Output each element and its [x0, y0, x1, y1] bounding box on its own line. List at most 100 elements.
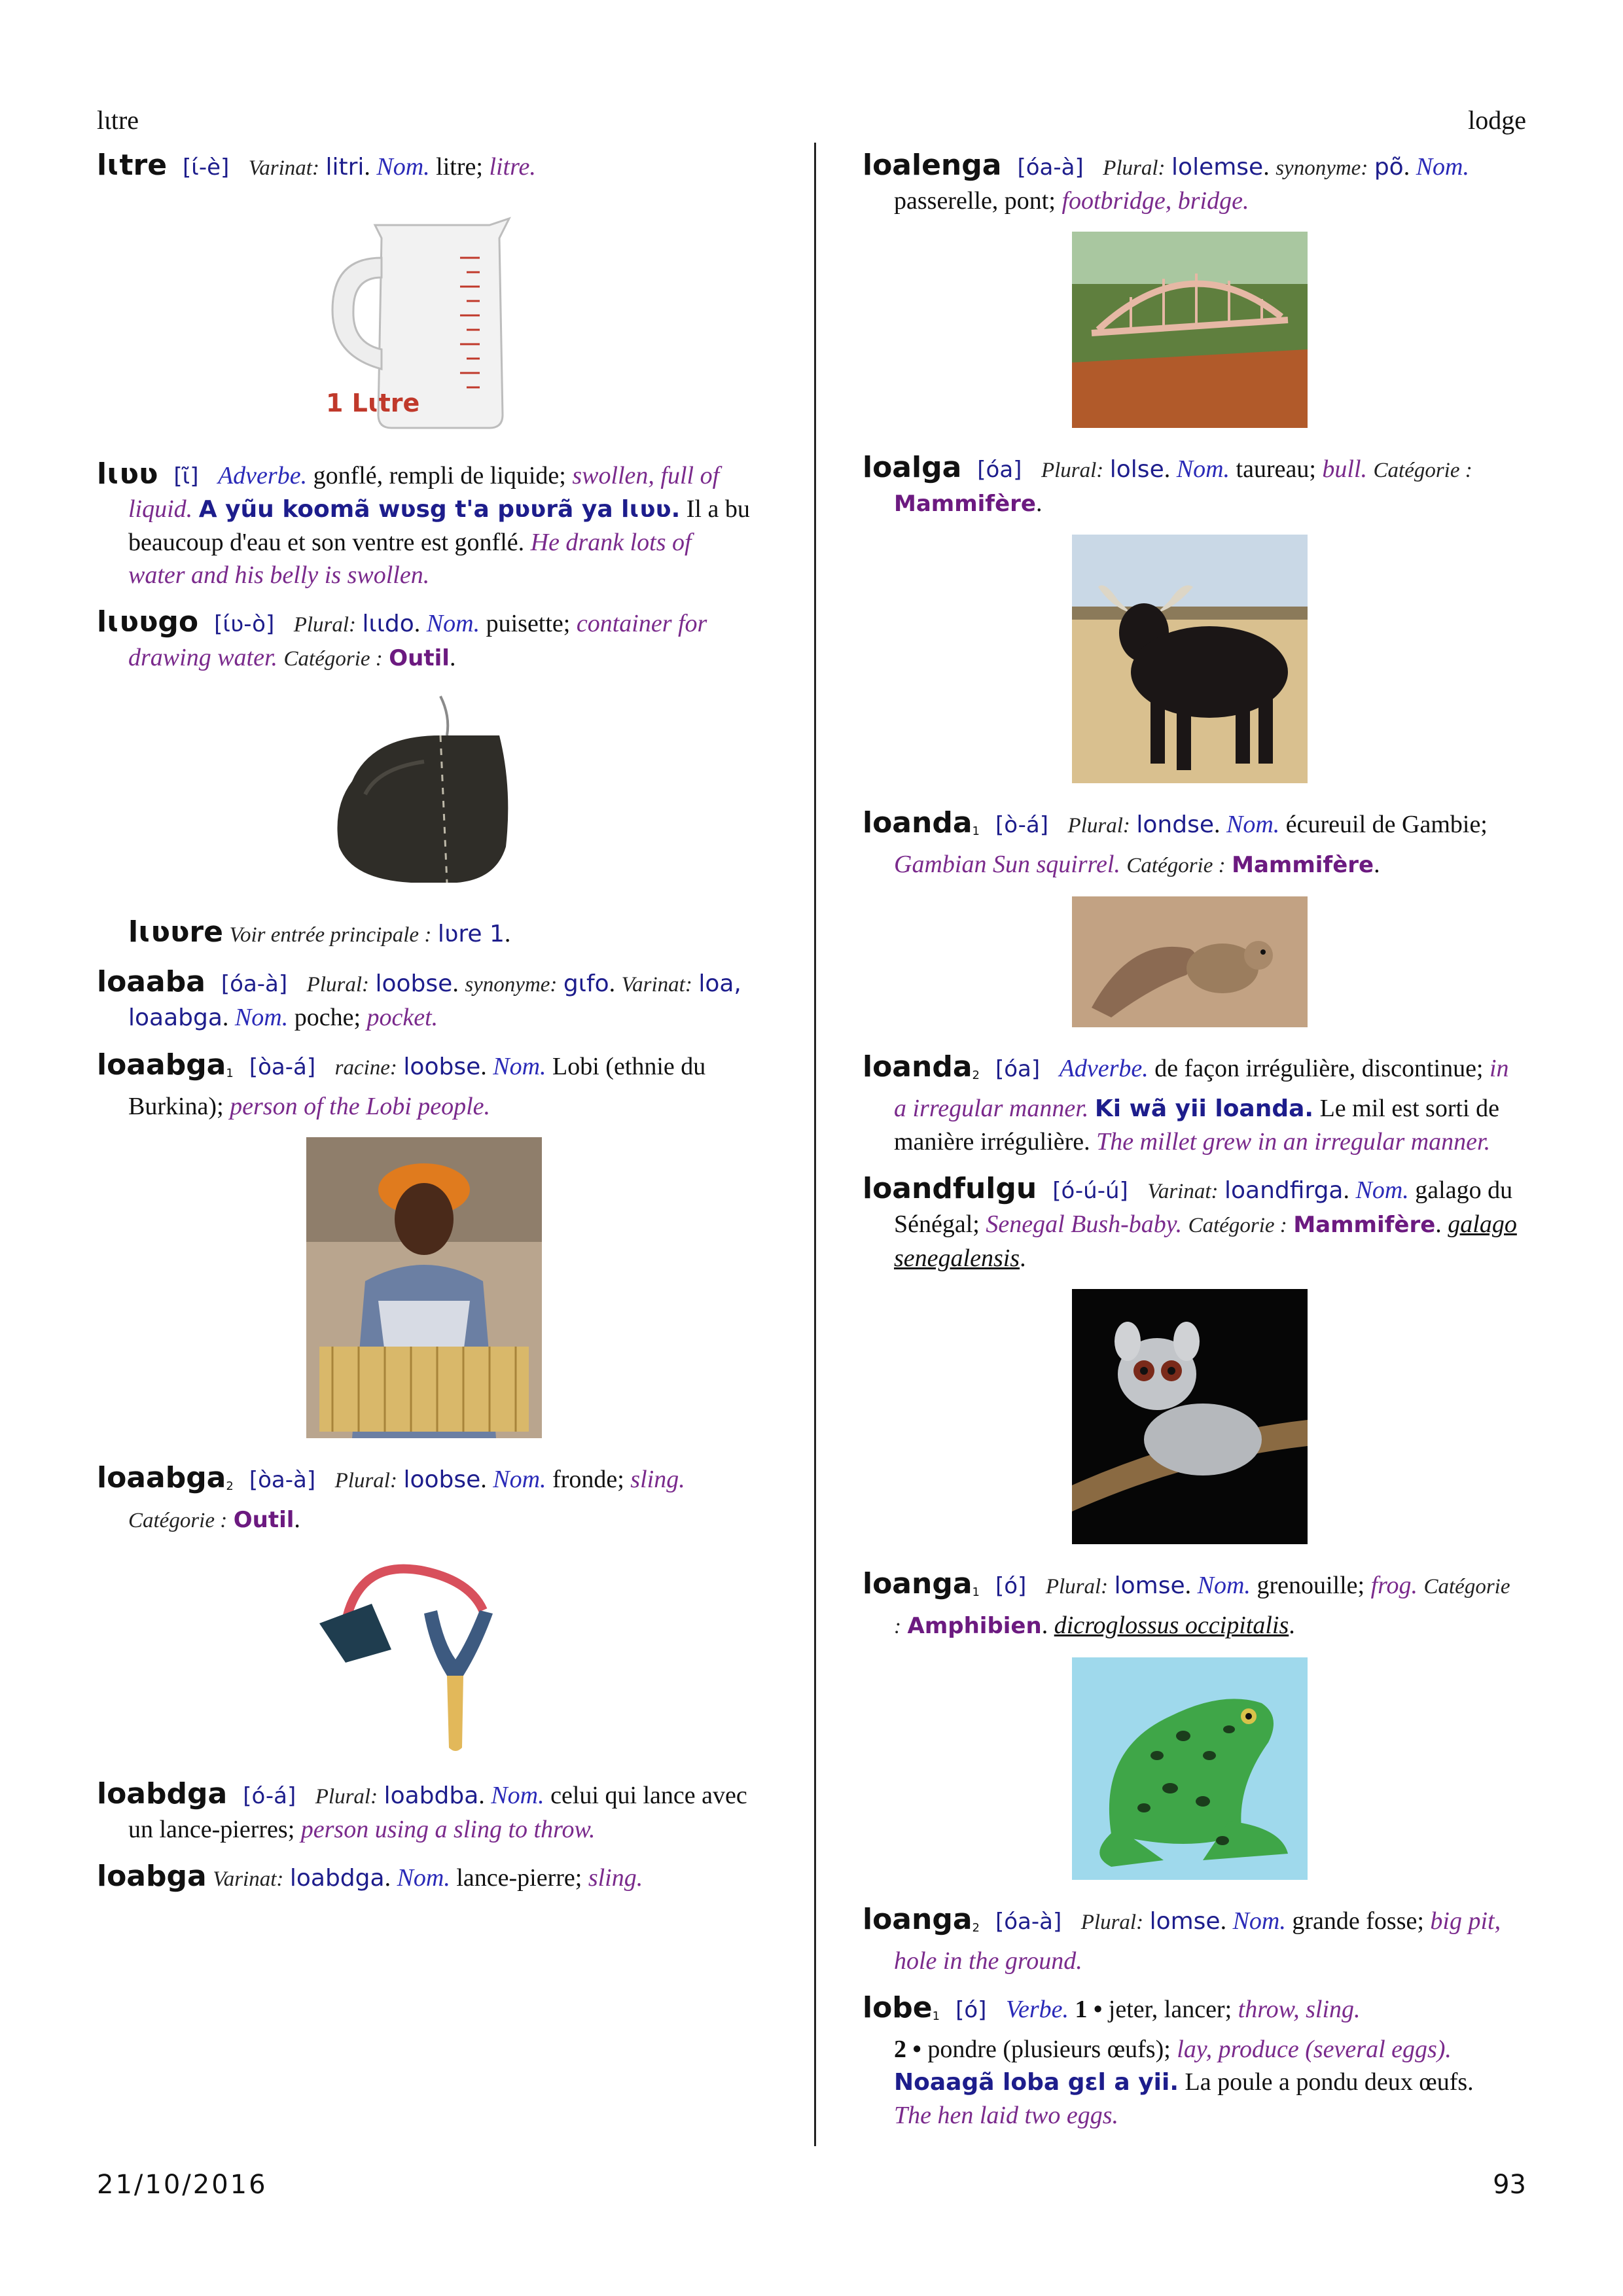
part-of-speech: Nom. — [1416, 153, 1469, 181]
entry-loanga-1: loanga1 [ó] Plural: lomse. Nom. grenouill… — [863, 1567, 1510, 1640]
example-french: La poule a pondu deux œufs. — [1185, 2068, 1474, 2096]
english-gloss: litre. — [489, 153, 536, 181]
jug-label: 1 Lɩtre — [326, 389, 419, 417]
homonym-number: 2 — [972, 1921, 980, 1935]
headword: loanga — [863, 1903, 972, 1936]
phonetic: [ó] — [955, 1997, 987, 2023]
frog-illustration — [1072, 1657, 1308, 1880]
french-gloss: grande fosse; — [1292, 1907, 1424, 1935]
headword: lobe — [863, 1991, 933, 2024]
plural-label: Plural: — [1080, 1911, 1144, 1934]
french-gloss: passerelle, pont; — [894, 187, 1056, 215]
see-label: Voir entrée principale : — [229, 923, 432, 947]
footer-date: 21/10/2016 — [97, 2170, 268, 2200]
footbridge-photo — [1072, 232, 1308, 428]
plural-form: lolemse — [1171, 154, 1264, 181]
lobi-person-photo — [306, 1137, 542, 1438]
english-gloss: sling. — [630, 1466, 685, 1493]
entry-livvgo: lɩʋʋgo [ɩ́ʋ-ò] Plural: lɩɩdo. Nom. puiset… — [97, 605, 707, 672]
plural-label: Plural: — [1067, 814, 1130, 838]
entry-loalga: loalga [óa] Plural: lolse. Nom. taureau; … — [863, 451, 1472, 518]
plural-label: Plural: — [315, 1785, 378, 1809]
bull-photo — [1072, 535, 1308, 783]
entry-loabdga: loabdga [ó-á] Plural: loabdba. Nom. celui… — [97, 1777, 747, 1844]
left-column: lɩtre [ɩ́-è] Varinat: litri. Nom. litre; … — [97, 149, 751, 1910]
part-of-speech: Nom. — [234, 1004, 289, 1031]
root-form: loobse — [403, 1053, 481, 1080]
entry-loanga-2: loanga2 [óa-à] Plural: lomse. Nom. grande… — [863, 1903, 1501, 1975]
example-english: The hen laid two eggs. — [894, 2102, 1119, 2129]
french-gloss: gonflé, rempli de liquide; — [313, 462, 566, 489]
entry-lobe-1: lobe1 [ó] Verbe. 1 • jeter, lancer; throw… — [863, 1992, 1517, 2132]
entry-livv: lɩʋʋ [ɩ̃] Adverbe. gonflé, rempli de liqu… — [97, 458, 751, 592]
english-gloss: bull. — [1322, 455, 1368, 483]
entry-litre: lɩtre [ɩ́-è] Varinat: litri. Nom. litre; … — [97, 149, 536, 182]
variant-label: Varinat: — [621, 973, 692, 997]
root-label: racine: — [334, 1056, 397, 1080]
part-of-speech: Nom. — [491, 1782, 544, 1809]
headword: loalenga — [863, 149, 1002, 182]
plural-form: loobse — [403, 1466, 481, 1493]
example-english: The millet grew in an irregular manner. — [1096, 1128, 1491, 1156]
part-of-speech: Nom. — [397, 1864, 450, 1892]
entry-livvre: lɩʋʋre Voir entrée principale : lʋre 1. — [128, 915, 511, 949]
part-of-speech: Adverbe. — [1059, 1055, 1149, 1082]
bushbaby-photo — [1072, 1289, 1308, 1544]
entry-loanda-1: loanda1 [ò-á] Plural: londse. Nom. écureu… — [863, 806, 1488, 879]
headword: lɩtre — [97, 149, 168, 182]
sense-1-english: throw, sling. — [1238, 1996, 1361, 2023]
english-gloss: Senegal Bush-baby. — [986, 1210, 1183, 1238]
variant-form: loabdga — [289, 1865, 385, 1892]
part-of-speech: Adverbe. — [217, 462, 308, 489]
cross-reference: lʋre 1 — [437, 921, 505, 947]
headword: loandfulgu — [863, 1172, 1037, 1205]
entry-loandfulgu: loandfulgu [ó-ú-ú] Varinat: loandfirga. N… — [863, 1172, 1517, 1273]
sense-1-french: jeter, lancer; — [1108, 1996, 1232, 2023]
headword: lɩʋʋre — [128, 915, 223, 949]
headword: loanda — [863, 1050, 972, 1084]
squirrel-photo — [1072, 896, 1308, 1027]
headword: loabga — [97, 1860, 207, 1893]
part-of-speech: Nom. — [376, 153, 430, 181]
category-value: Outil — [389, 645, 450, 671]
part-of-speech: Verbe. — [1005, 1996, 1069, 2023]
phonetic: [óa-à] — [1017, 154, 1084, 181]
part-of-speech: Nom. — [426, 610, 480, 637]
synonym-label: synonyme: — [1275, 156, 1368, 180]
french-gloss: écureuil de Gambie; — [1285, 811, 1488, 838]
leather-container-illustration — [337, 696, 508, 883]
plural-label: Plural: — [1041, 459, 1104, 482]
headword: lɩʋʋgo — [97, 605, 199, 639]
headword: loaabga — [97, 1048, 226, 1082]
headword: loanga — [863, 1567, 972, 1600]
page-number: 93 — [1493, 2170, 1526, 2200]
category-value: Mammifère — [1232, 852, 1374, 878]
part-of-speech: Nom. — [1226, 811, 1280, 838]
plural-label: Plural: — [1103, 156, 1166, 180]
french-gloss: litre; — [436, 153, 483, 181]
phonetic: [ò-á] — [995, 812, 1049, 838]
plural-form: londse — [1136, 811, 1214, 838]
phonetic: [óa] — [995, 1056, 1041, 1082]
entry-loabga: loabga Varinat: loabdga. Nom. lance-pier… — [97, 1860, 643, 1893]
phonetic: [òa-á] — [249, 1054, 316, 1080]
headword: lɩʋʋ — [97, 457, 158, 491]
phonetic: [óa-à] — [995, 1909, 1062, 1935]
category-label: Catégorie : — [1188, 1214, 1287, 1237]
variant-form: loandfirga — [1224, 1177, 1344, 1204]
english-gloss: person of the Lobi people. — [230, 1093, 491, 1120]
phonetic: [ɩ̃] — [173, 463, 199, 489]
phonetic: [òa-à] — [249, 1467, 316, 1493]
plural-form: lɩɩdo — [362, 610, 414, 637]
plural-form: loobse — [375, 970, 453, 997]
phonetic: [ó-ú-ú] — [1052, 1178, 1128, 1204]
scientific-name: dicroglossus occipitalis — [1054, 1612, 1289, 1639]
synonym-form: gɩfo — [563, 970, 609, 997]
category-label: Catégorie : — [1373, 459, 1472, 482]
entry-loaabga-2: loaabga2 [òa-à] Plural: loobse. Nom. fron… — [97, 1461, 685, 1534]
sense-1-number: 1 • — [1075, 1996, 1103, 2023]
english-gloss: sling. — [588, 1864, 643, 1892]
category-label: Catégorie : — [1126, 854, 1226, 877]
category-label: Catégorie : — [128, 1509, 228, 1532]
category-value: Amphibien — [907, 1613, 1042, 1639]
